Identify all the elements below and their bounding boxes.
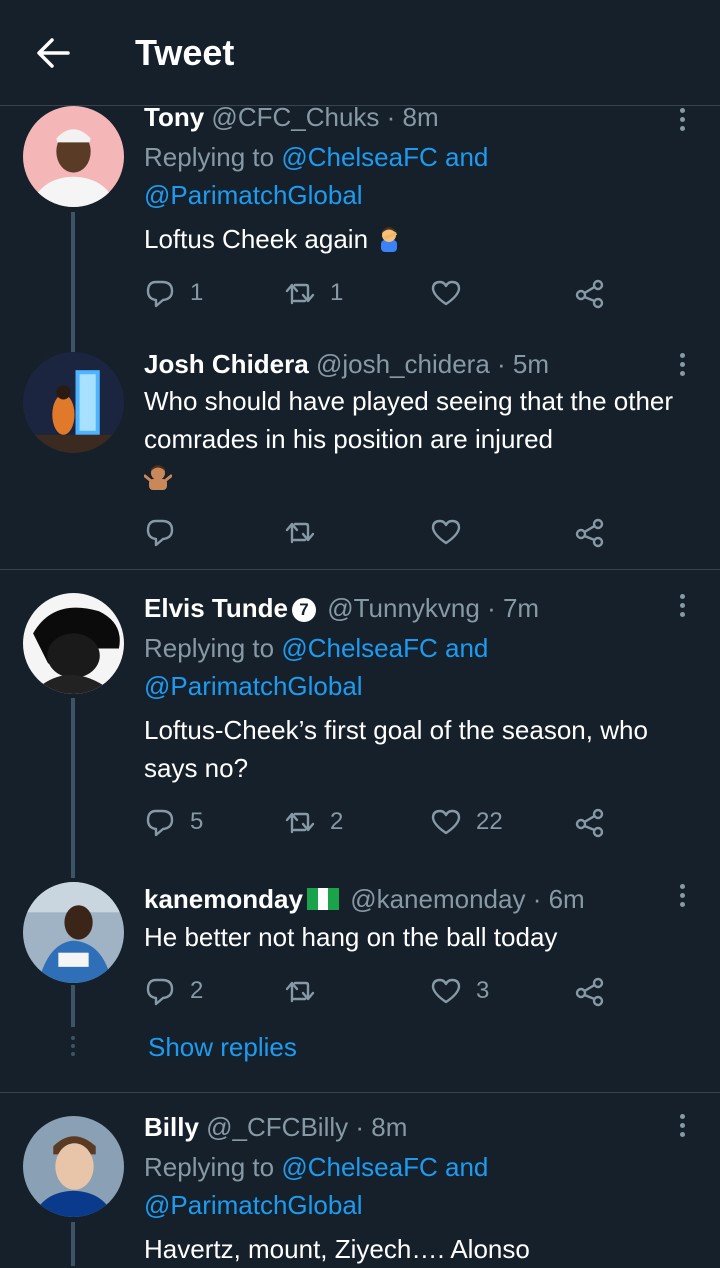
- tweet-text: Havertz, mount, Ziyech…. Alonso: [144, 1234, 530, 1264]
- divider: [0, 569, 720, 570]
- more-options-icon[interactable]: [672, 594, 692, 622]
- like-button[interactable]: 22: [430, 805, 503, 839]
- avatar[interactable]: [23, 352, 124, 453]
- nigeria-flag-icon: [306, 888, 339, 910]
- timestamp: · 8m: [386, 102, 439, 132]
- share-button[interactable]: [574, 805, 606, 839]
- mention-link[interactable]: @ChelseaFC and: [281, 633, 488, 663]
- share-icon: [575, 808, 604, 838]
- share-icon: [575, 518, 604, 548]
- handle[interactable]: @_CFCBilly: [206, 1112, 348, 1142]
- retweet-button[interactable]: [284, 974, 330, 1008]
- heart-icon: [431, 280, 461, 306]
- display-name[interactable]: Tony: [144, 102, 204, 132]
- mention-link[interactable]: @ChelseaFC and: [281, 1152, 488, 1182]
- retweet-icon: [285, 981, 315, 1003]
- retweet-button[interactable]: 2: [284, 805, 343, 839]
- tweet-header: Elvis Tunde 7 @Tunnykvng · 7m: [144, 592, 539, 624]
- more-options-icon[interactable]: [672, 108, 692, 136]
- share-button[interactable]: [574, 276, 606, 310]
- more-options-icon[interactable]: [672, 1114, 692, 1142]
- like-button[interactable]: [430, 515, 476, 549]
- reply-button[interactable]: 2: [144, 974, 203, 1008]
- reply-button[interactable]: 5: [144, 805, 203, 839]
- replying-to: Replying to @ChelseaFC and @ParimatchGlo…: [144, 142, 489, 210]
- reply-icon: [146, 519, 174, 547]
- mention-link[interactable]: @ParimatchGlobal: [144, 671, 363, 701]
- tweet-text: Loftus Cheek again: [144, 220, 684, 258]
- tweet-header: Josh Chidera @josh_chidera · 5m: [144, 348, 549, 380]
- page-title: Tweet: [135, 32, 235, 73]
- timestamp: · 6m: [532, 884, 585, 914]
- tweet-text: Who should have played seeing that the o…: [144, 382, 684, 496]
- display-name[interactable]: kanemonday: [144, 884, 303, 914]
- handle[interactable]: @Tunnykvng: [327, 593, 480, 623]
- show-replies-link[interactable]: Show replies: [148, 1032, 297, 1063]
- like-button[interactable]: 3: [430, 974, 489, 1008]
- mention-link[interactable]: @ChelseaFC and: [281, 142, 488, 172]
- display-name[interactable]: Billy: [144, 1112, 199, 1142]
- more-options-icon[interactable]: [672, 884, 692, 912]
- tweet-header: Billy @_CFCBilly · 8m: [144, 1111, 407, 1143]
- heart-icon: [431, 519, 461, 545]
- more-options-icon[interactable]: [672, 353, 692, 381]
- reply-button[interactable]: [144, 515, 190, 549]
- retweet-icon: [285, 812, 315, 834]
- avatar[interactable]: [23, 882, 124, 983]
- timestamp: · 5m: [497, 349, 550, 379]
- replying-to: Replying to @ChelseaFC and @ParimatchGlo…: [144, 1152, 489, 1220]
- mention-link[interactable]: @ParimatchGlobal: [144, 1190, 363, 1220]
- tweet-text: Loftus-Cheek’s first goal of the season,…: [144, 715, 648, 783]
- tweet-header: kanemonday @kanemonday · 6m: [144, 883, 585, 915]
- share-button[interactable]: [574, 515, 606, 549]
- thread-line: [71, 1222, 75, 1266]
- man-facepalming-emoji: [381, 227, 398, 252]
- display-name[interactable]: Elvis Tunde: [144, 593, 288, 623]
- share-button[interactable]: [574, 974, 606, 1008]
- replying-to: Replying to @ChelseaFC and @ParimatchGlo…: [144, 633, 489, 701]
- top-bar: Tweet: [0, 0, 720, 106]
- reply-button[interactable]: 1: [144, 276, 203, 310]
- tweet-text: He better not hang on the ball today: [144, 922, 558, 952]
- heart-icon: [431, 809, 461, 835]
- handle[interactable]: @kanemonday: [350, 884, 525, 914]
- avatar[interactable]: [23, 593, 124, 694]
- like-button[interactable]: [430, 276, 476, 310]
- retweet-icon: [285, 283, 315, 305]
- share-icon: [575, 977, 604, 1007]
- thread-dots: [71, 1036, 75, 1060]
- mention-link[interactable]: @ParimatchGlobal: [144, 180, 363, 210]
- back-arrow-icon[interactable]: [30, 30, 76, 76]
- share-icon: [575, 279, 604, 309]
- thread-line: [71, 698, 75, 878]
- man-shrugging-emoji: [144, 465, 172, 490]
- divider: [0, 1092, 720, 1093]
- timestamp: · 8m: [355, 1112, 408, 1142]
- retweet-button[interactable]: 1: [284, 276, 343, 310]
- heart-icon: [431, 978, 461, 1004]
- handle[interactable]: @CFC_Chuks: [211, 102, 379, 132]
- reply-icon: [146, 809, 174, 837]
- thread-line: [71, 985, 75, 1027]
- retweet-icon: [285, 522, 315, 544]
- display-name[interactable]: Josh Chidera: [144, 349, 309, 379]
- thread-line: [71, 212, 75, 352]
- timestamp: · 7m: [487, 593, 540, 623]
- reply-icon: [146, 978, 174, 1006]
- badge-icon: 7: [292, 598, 316, 622]
- avatar[interactable]: [23, 1116, 124, 1217]
- retweet-button[interactable]: [284, 515, 330, 549]
- handle[interactable]: @josh_chidera: [316, 349, 490, 379]
- reply-icon: [146, 280, 174, 308]
- avatar[interactable]: [23, 106, 124, 207]
